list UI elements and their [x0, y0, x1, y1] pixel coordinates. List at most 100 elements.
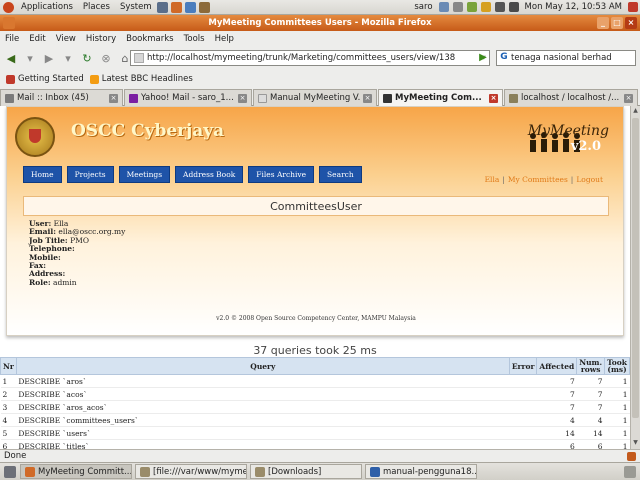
show-desktop-icon[interactable]: [4, 465, 16, 478]
window-menu-icon[interactable]: [3, 17, 15, 29]
nav-home[interactable]: Home: [23, 166, 62, 183]
mail-icon[interactable]: [508, 2, 519, 12]
bottom-taskbar: MyMeeting Committ... [file:///var/www/my…: [0, 462, 640, 480]
scroll-down-icon[interactable]: ▼: [631, 439, 640, 448]
task-firefox[interactable]: MyMeeting Committ...: [20, 464, 132, 479]
forward-arrow-icon[interactable]: ▶: [41, 50, 57, 66]
task-label: MyMeeting Committ...: [38, 466, 132, 477]
menu-help[interactable]: Help: [210, 34, 239, 44]
firefox-launcher-icon[interactable]: [170, 1, 182, 13]
panel-clock[interactable]: Mon May 12, 10:53 AM: [521, 2, 626, 12]
logo-version: v2.0: [570, 139, 601, 154]
search-text[interactable]: tenaga nasional berhad: [511, 53, 612, 63]
go-arrow-icon[interactable]: ▶: [476, 50, 490, 66]
col-num-rows: Num. rows: [576, 357, 606, 375]
close-window-icon[interactable]: ×: [625, 17, 637, 29]
tab-close-icon[interactable]: ×: [238, 93, 247, 103]
bookmark-getting-started[interactable]: Getting Started: [6, 74, 84, 84]
minimize-icon[interactable]: _: [597, 17, 609, 29]
tab-close-icon[interactable]: ×: [624, 93, 633, 103]
menu-file[interactable]: File: [0, 34, 24, 44]
writer-document-icon: [370, 466, 380, 477]
tab-label: Yahoo! Mail - saro_1...: [141, 93, 234, 103]
reload-icon[interactable]: ↻: [79, 50, 95, 66]
firefox-menubar: File Edit View History Bookmarks Tools H…: [0, 31, 640, 46]
tab-close-icon[interactable]: ×: [109, 93, 118, 103]
scroll-up-icon[interactable]: ▲: [631, 107, 640, 116]
task-file-browser[interactable]: [file:///var/www/myme...: [135, 464, 247, 479]
update-icon[interactable]: [466, 2, 477, 12]
page-favicon-icon: [134, 53, 144, 63]
web-content[interactable]: OSCC Cyberjaya MyMeeting v2.0 Home Proje…: [0, 106, 630, 449]
mail-favicon-icon: [5, 93, 14, 103]
site-nav: Home Projects Meetings Address Book File…: [23, 166, 367, 183]
tab-localhost-phpmyadmin[interactable]: localhost / localhost /... ×: [504, 89, 638, 106]
task-document[interactable]: manual-pengguna18...: [365, 464, 477, 479]
network-icon[interactable]: [452, 2, 463, 12]
nav-search[interactable]: Search: [319, 166, 362, 183]
tab-close-icon[interactable]: ×: [489, 93, 498, 103]
volume-icon[interactable]: [494, 2, 505, 12]
addon-status-icon[interactable]: [627, 452, 636, 461]
url-text[interactable]: http://localhost/mymeeting/trunk/Marketi…: [147, 53, 455, 63]
places-menu[interactable]: Places: [78, 2, 115, 12]
tab-manual-mymeeting[interactable]: Manual MyMeeting V... ×: [253, 89, 377, 106]
user-link-my-committees[interactable]: My Committees: [508, 175, 568, 184]
user-links: Ella | My Committees | Logout: [484, 175, 603, 184]
menu-edit[interactable]: Edit: [24, 34, 50, 44]
table-row: 3 DESCRIBE `aros_acos` 7 7 1: [0, 400, 630, 414]
ubuntu-logo-icon[interactable]: [3, 1, 14, 13]
task-downloads[interactable]: [Downloads]: [250, 464, 362, 479]
tab-yahoo-mail[interactable]: Yahoo! Mail - saro_1... ×: [124, 89, 252, 106]
user-link-logout[interactable]: Logout: [576, 175, 603, 184]
tab-mail-inbox[interactable]: Mail :: Inbox (45) ×: [0, 89, 123, 106]
forward-dropdown-icon[interactable]: ▾: [60, 50, 76, 66]
bookmark-bbc-headlines[interactable]: Latest BBC Headlines: [89, 74, 193, 84]
trash-icon[interactable]: [624, 465, 636, 478]
tab-mymeeting-committees[interactable]: MyMeeting Com... ×: [378, 89, 503, 106]
google-search-icon[interactable]: G: [497, 52, 511, 64]
top-panel: Applications Places System saro Mon May …: [0, 0, 640, 15]
table-row: 6 DESCRIBE `titles` 6 6 1: [0, 439, 630, 449]
notification-icon[interactable]: [480, 2, 491, 12]
panel-user[interactable]: saro: [410, 2, 436, 12]
nav-projects[interactable]: Projects: [66, 166, 114, 183]
mail-launcher-icon[interactable]: [184, 1, 196, 13]
table-row: 2 DESCRIBE `acos` 7 7 1: [0, 387, 630, 401]
table-row: 4 DESCRIBE `committees_users` 4 4 1: [0, 413, 630, 427]
applications-menu[interactable]: Applications: [16, 2, 78, 12]
window-titlebar[interactable]: MyMeeting Committees Users - Mozilla Fir…: [0, 15, 640, 31]
menu-history[interactable]: History: [81, 34, 121, 44]
col-error: Error: [508, 357, 538, 375]
nav-files-archive[interactable]: Files Archive: [248, 166, 315, 183]
stop-icon[interactable]: ⊗: [98, 50, 114, 66]
malaysia-crest-logo: [15, 117, 55, 157]
chat-icon[interactable]: [438, 2, 449, 12]
scroll-thumb[interactable]: [632, 118, 639, 418]
help-launcher-icon[interactable]: [198, 1, 210, 13]
system-menu[interactable]: System: [115, 2, 157, 12]
tab-label: MyMeeting Com...: [395, 93, 482, 103]
back-dropdown-icon[interactable]: ▾: [22, 50, 38, 66]
maximize-icon[interactable]: □: [611, 17, 623, 29]
col-took: Took (ms): [604, 357, 630, 375]
site-title: OSCC Cyberjaya: [71, 121, 225, 141]
url-bar[interactable]: http://localhost/mymeeting/trunk/Marketi…: [130, 50, 490, 66]
nav-meetings[interactable]: Meetings: [118, 166, 171, 183]
menu-view[interactable]: View: [51, 34, 81, 44]
col-query: Query: [15, 357, 510, 375]
tab-close-icon[interactable]: ×: [363, 93, 372, 103]
sql-summary: 37 queries took 25 ms: [253, 344, 377, 357]
vertical-scrollbar[interactable]: ▲ ▼: [630, 106, 640, 449]
bookmark-label: Getting Started: [18, 74, 84, 84]
back-arrow-icon[interactable]: ◀: [3, 50, 19, 66]
nav-address-book[interactable]: Address Book: [175, 166, 244, 183]
terminal-launcher-icon[interactable]: [156, 1, 168, 13]
power-icon[interactable]: [628, 2, 638, 12]
user-link-ella[interactable]: Ella: [485, 175, 500, 184]
mymeeting-page: OSCC Cyberjaya MyMeeting v2.0 Home Proje…: [6, 106, 624, 336]
tab-label: Manual MyMeeting V...: [270, 93, 360, 103]
search-bar[interactable]: G tenaga nasional berhad: [496, 50, 636, 66]
menu-bookmarks[interactable]: Bookmarks: [121, 34, 179, 44]
menu-tools[interactable]: Tools: [179, 34, 210, 44]
